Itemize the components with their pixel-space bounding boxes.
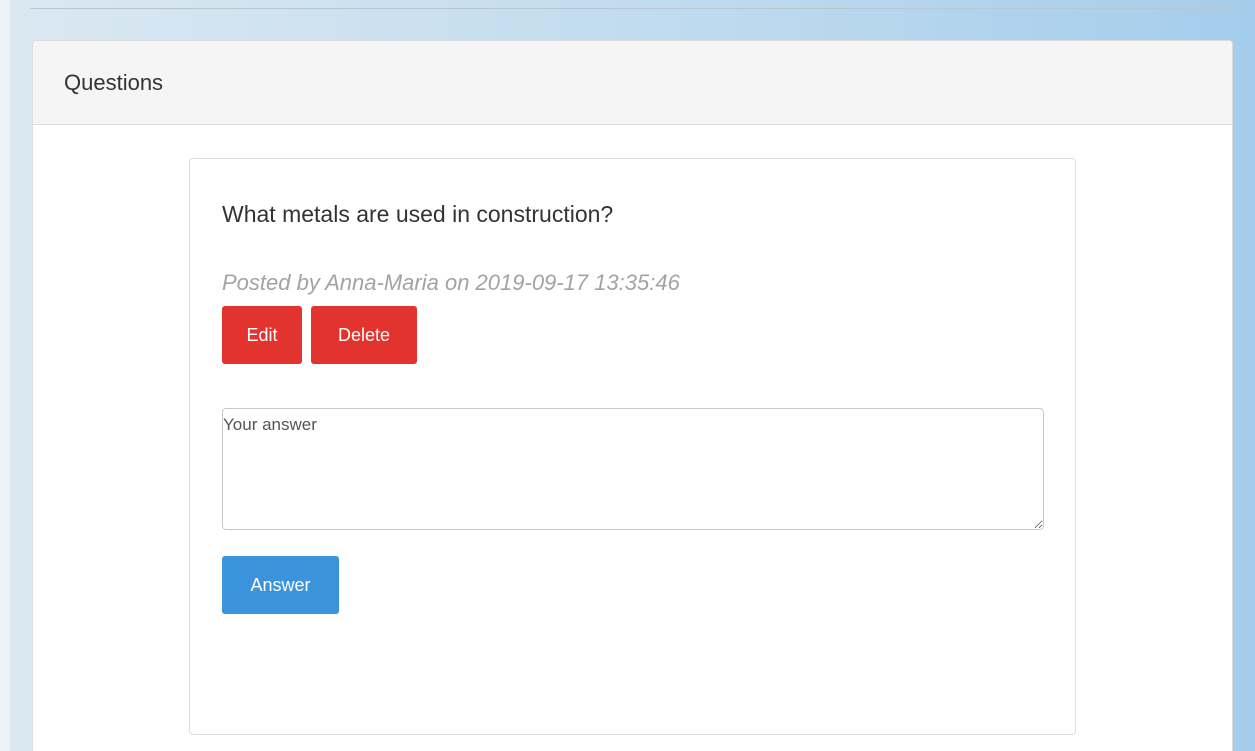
questions-panel: Questions What metals are used in constr… <box>32 40 1233 751</box>
panel-heading: Questions <box>33 41 1232 125</box>
delete-button[interactable]: Delete <box>311 306 417 364</box>
edit-button[interactable]: Edit <box>222 306 302 364</box>
posted-by-meta: Posted by Anna-Maria on 2019-09-17 13:35… <box>222 270 680 295</box>
top-divider <box>30 8 1235 9</box>
question-card: What metals are used in construction? Po… <box>189 158 1076 735</box>
page-left-edge <box>0 0 10 751</box>
panel-title: Questions <box>64 69 164 95</box>
answer-textarea[interactable] <box>222 408 1044 530</box>
answer-button[interactable]: Answer <box>222 556 339 614</box>
question-title: What metals are used in construction? <box>222 201 614 227</box>
